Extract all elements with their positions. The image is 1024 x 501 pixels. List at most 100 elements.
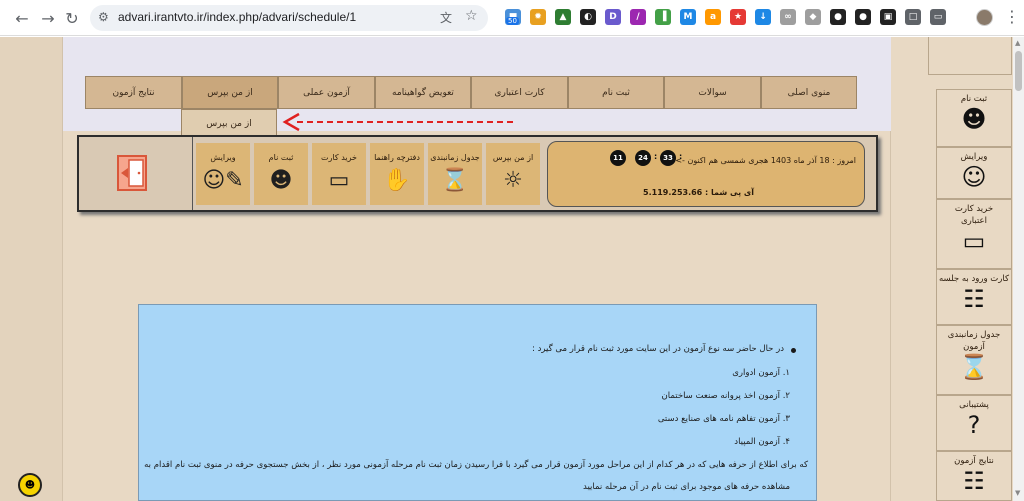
menu-tab-exam-results[interactable]: نتایج آزمون [85, 76, 182, 109]
card-hand-icon: ▭ [328, 168, 350, 193]
url-text: advari.irantvto.ir/index.php/advari/sche… [118, 10, 357, 24]
sidebar-item-edit[interactable]: ویرایش ☺ [936, 147, 1012, 199]
menu-tab-register[interactable]: ثبت نام [568, 76, 664, 109]
menu-tab-practical-exam[interactable]: آزمون عملی [278, 76, 375, 109]
tile-label: ویرایش [210, 153, 236, 162]
address-bar[interactable]: ⚙ advari.irantvto.ir/index.php/advari/sc… [90, 5, 488, 31]
ext-2-icon[interactable]: ✹ [530, 9, 546, 25]
list-item: ۳. آزمون تفاهم نامه های صنایع دستی [657, 414, 790, 424]
dropdown-label: از من بپرس [206, 119, 252, 129]
card-hand-icon: ▭ [962, 227, 986, 255]
bookmark-star-icon[interactable]: ☆ [465, 8, 478, 24]
user-add-icon: ☻ [961, 105, 987, 133]
tile-ask-me[interactable]: از من بپرس ☼ [486, 143, 540, 205]
user-edit-icon: ☺ [961, 163, 987, 191]
tab-label: کارت اعتباری [494, 87, 545, 98]
user-add-icon: ☻ [269, 168, 293, 193]
tab-label: آزمون عملی [303, 87, 350, 98]
profile-avatar[interactable] [976, 9, 993, 26]
tile-edit[interactable]: ویرایش ☺✎ [196, 143, 250, 205]
ext-13-icon[interactable]: ◆ [805, 9, 821, 25]
ext-14-icon[interactable]: ● [830, 9, 846, 25]
sidebar-item-entry-card[interactable]: کارت ورود به جلسه ☷ [936, 269, 1012, 325]
sidebar-item-buy-card[interactable]: خرید کارت اعتباری ▭ [936, 199, 1012, 269]
date-text: امروز : 18 آذر ماه 1403 هجری شمسی هم اکن… [675, 156, 856, 165]
sidebar-item-label: ویرایش [960, 152, 988, 162]
ask-me-icon: ☼ [503, 168, 523, 193]
ext-18-icon[interactable]: ▭ [930, 9, 946, 25]
tile-label: جدول زمانبندی [430, 153, 480, 162]
menu-tab-credit-card[interactable]: کارت اعتباری [471, 76, 568, 109]
time-colon: : [679, 152, 683, 161]
tile-buy-card[interactable]: خرید کارت ▭ [312, 143, 366, 205]
panel-divider [192, 137, 193, 210]
ip-address: آی پی شما : 5.119.253.66 [643, 188, 754, 197]
ext-11-icon[interactable]: ↓ [755, 9, 771, 25]
ext-17-icon[interactable]: □ [905, 9, 921, 25]
time-second: 33 [660, 150, 676, 166]
menu-tab-main-menu[interactable]: منوی اصلی [761, 76, 857, 109]
sidebar-item-label: کارت ورود به جلسه [938, 274, 1010, 284]
paragraph-line: که برای اطلاع از حرفه هایی که در هر کدام… [144, 460, 808, 470]
ext-8-icon[interactable]: M [680, 9, 696, 25]
scroll-thumb[interactable] [1015, 51, 1022, 91]
tile-schedule[interactable]: جدول زمانبندی ⌛ [428, 143, 482, 205]
ext-4-icon[interactable]: ◐ [580, 9, 596, 25]
list-item: ۱. آزمون ادواری [732, 368, 790, 378]
ext-3-icon[interactable]: ▲ [555, 9, 571, 25]
quick-access-panel: ویرایش ☺✎ ثبت نام ☻ خرید کارت ▭ دفترچه ر… [77, 135, 878, 212]
tile-label: خرید کارت [321, 153, 357, 162]
tile-label: ثبت نام [268, 153, 294, 162]
ext-12-icon[interactable]: ∞ [780, 9, 796, 25]
menu-tab-license-exchange[interactable]: تعویض گواهینامه [375, 76, 471, 109]
sidebar-item-register[interactable]: ثبت نام ☻ [936, 89, 1012, 147]
tile-register[interactable]: ثبت نام ☻ [254, 143, 308, 205]
ext-5-icon[interactable]: D [605, 9, 621, 25]
exit-door-icon[interactable] [117, 155, 147, 191]
site-info-icon[interactable]: ⚙ [98, 10, 109, 24]
schedule-icon: ⌛ [959, 353, 989, 381]
menu-tab-questions[interactable]: سوالات [664, 76, 761, 109]
tab-label: تعویض گواهینامه [392, 87, 454, 98]
forward-icon[interactable]: → [36, 6, 60, 30]
ext-15-icon[interactable]: ● [855, 9, 871, 25]
ext-10-icon[interactable]: ★ [730, 9, 746, 25]
ext-6-icon[interactable]: ∕ [630, 9, 646, 25]
time-minute: 24 [635, 150, 651, 166]
date-time-info: امروز : 18 آذر ماه 1403 هجری شمسی هم اکن… [547, 141, 865, 207]
red-arrow-annotation [282, 112, 513, 132]
tab-label: از من بپرس [207, 87, 253, 98]
page-body: نتایج آزمون از من بپرس آزمون عملی تعویض … [0, 37, 1024, 501]
translate-icon[interactable]: 文 [440, 9, 452, 26]
sidebar-item-label: خرید کارت اعتباری [954, 204, 994, 226]
tab-label: نتایج آزمون [112, 87, 155, 98]
intro-text: در حال حاضر سه نوع آزمون در این سایت مور… [532, 344, 784, 354]
tile-label: دفترچه راهنما [374, 153, 420, 162]
scroll-down-icon[interactable]: ▼ [1015, 489, 1020, 497]
back-icon[interactable]: ← [10, 6, 34, 30]
id-card-icon: ☷ [963, 285, 985, 313]
ext-9-icon[interactable]: a [705, 9, 721, 25]
sidebar-item-schedule[interactable]: جدول زمانبندی آزمون ⌛ [936, 325, 1012, 395]
hand-icon: ✋ [383, 168, 411, 193]
sidebar-item-label: نتایج آزمون [954, 456, 994, 466]
browser-toolbar: ← → ↻ ⚙ advari.irantvto.ir/index.php/adv… [0, 0, 1024, 36]
tab-label: منوی اصلی [787, 87, 831, 98]
chat-bot-icon[interactable]: ☻ [18, 473, 42, 497]
results-icon: ☷ [963, 467, 985, 495]
sidebar-item-exam-results[interactable]: نتایج آزمون ☷ [936, 451, 1012, 501]
tile-guide-booklet[interactable]: دفترچه راهنما ✋ [370, 143, 424, 205]
sidebar-item-support[interactable]: پشتیبانی ? [936, 395, 1012, 451]
left-margin [0, 37, 62, 501]
reload-icon[interactable]: ↻ [60, 6, 84, 30]
vertical-scrollbar[interactable]: ▲ ▼ [1013, 37, 1024, 501]
menu-tab-ask-me[interactable]: از من بپرس [182, 76, 278, 109]
tab-label: سوالات [698, 87, 727, 98]
ext-16-icon[interactable]: ▣ [880, 9, 896, 25]
list-item: ۲. آزمون اخذ پروانه صنعت ساختمان [661, 391, 790, 401]
support-icon: ? [967, 411, 981, 439]
extension-badge: 50 [506, 17, 519, 25]
menu-kebab-icon[interactable]: ⋮ [1004, 7, 1020, 26]
ext-7-icon[interactable]: ▐ [655, 9, 671, 25]
scroll-up-icon[interactable]: ▲ [1015, 39, 1020, 47]
